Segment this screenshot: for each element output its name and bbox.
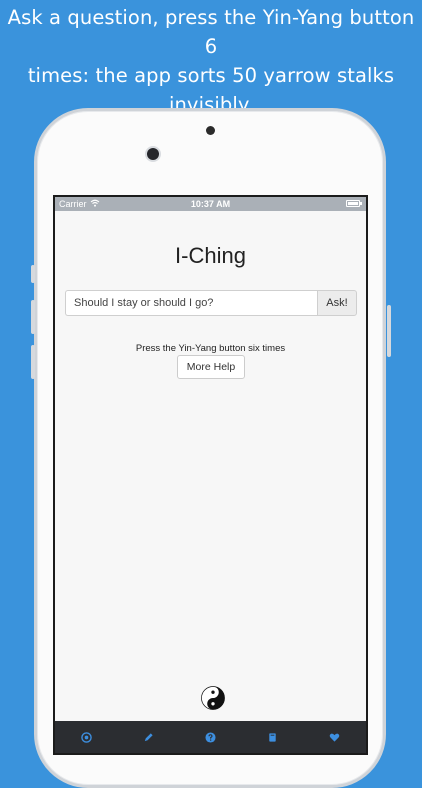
question-icon — [205, 731, 216, 743]
status-bar: Carrier 10:37 AM — [55, 197, 366, 211]
phone-side-button-3 — [31, 345, 35, 379]
tab-bar — [55, 721, 366, 753]
phone-side-button-2 — [31, 300, 35, 334]
promo-caption: Ask a question, press the Yin-Yang butto… — [0, 0, 422, 116]
status-time: 10:37 AM — [190, 199, 231, 209]
phone-camera — [147, 148, 159, 160]
caption-line-1: Ask a question, press the Yin-Yang butto… — [7, 6, 415, 58]
heart-icon — [330, 733, 340, 742]
phone-sensor — [206, 126, 215, 135]
tab-book[interactable] — [263, 727, 283, 747]
caption-line-2: times: the app sorts 50 yarrow stalks — [27, 64, 395, 87]
instruction-text: Press the Yin-Yang button six times — [135, 343, 286, 354]
tab-target[interactable] — [76, 727, 96, 747]
book-icon — [269, 732, 276, 742]
more-help-button[interactable]: More Help — [177, 355, 245, 379]
question-row: Ask! — [65, 290, 357, 316]
phone-side-button-4 — [387, 305, 391, 357]
target-icon — [80, 731, 92, 743]
battery-icon — [346, 200, 362, 207]
yin-yang-button[interactable] — [201, 686, 225, 710]
yin-yang-icon — [201, 686, 225, 710]
question-input[interactable] — [65, 290, 317, 316]
phone-side-button-1 — [31, 265, 35, 283]
ask-button[interactable]: Ask! — [317, 290, 357, 316]
tab-pencil[interactable] — [138, 727, 158, 747]
tab-favorites[interactable] — [325, 727, 345, 747]
pencil-icon — [144, 732, 153, 741]
app-screen: Carrier 10:37 AM I-Ching Ask! Press the … — [53, 195, 368, 755]
tab-help[interactable] — [200, 727, 220, 747]
page-title: I-Ching — [175, 243, 246, 268]
